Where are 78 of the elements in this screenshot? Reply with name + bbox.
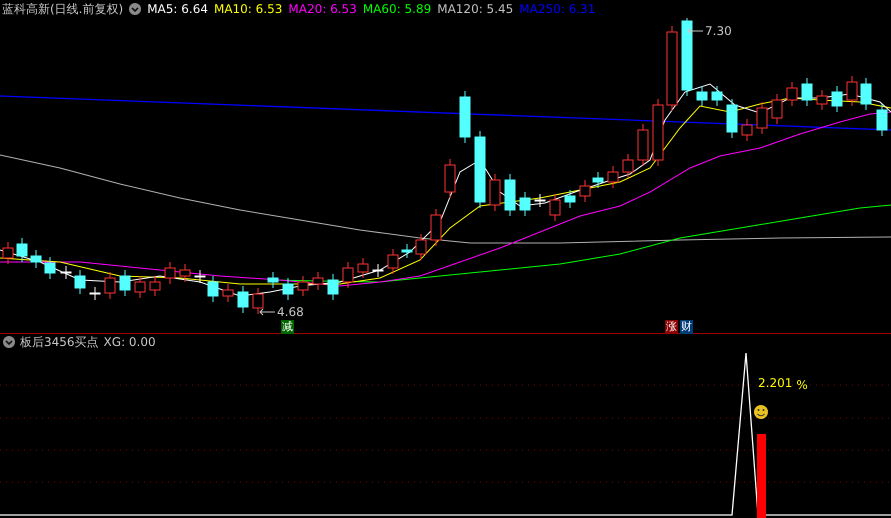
candlestick bbox=[180, 264, 190, 282]
candlestick bbox=[238, 286, 248, 314]
candlestick bbox=[564, 190, 576, 208]
unit-label: % bbox=[796, 378, 808, 392]
candlestick bbox=[786, 82, 798, 106]
candlestick bbox=[222, 284, 234, 302]
candlestick bbox=[504, 174, 516, 216]
dropdown-icon[interactable] bbox=[129, 3, 142, 15]
candlestick bbox=[772, 94, 782, 124]
arrow-icon bbox=[258, 307, 276, 317]
candlestick bbox=[520, 192, 530, 216]
candlestick bbox=[460, 90, 470, 144]
candlestick bbox=[416, 234, 426, 260]
candlestick bbox=[592, 172, 604, 188]
candlestick bbox=[44, 256, 56, 280]
candlestick bbox=[74, 270, 86, 294]
candlestick bbox=[328, 274, 338, 300]
candlestick bbox=[2, 242, 14, 264]
dropdown-icon[interactable] bbox=[3, 336, 15, 348]
candlestick bbox=[60, 266, 72, 280]
signal-marker: 涨 bbox=[665, 320, 678, 334]
candlestick bbox=[846, 76, 858, 106]
candlestick bbox=[104, 272, 116, 300]
candlestick bbox=[134, 276, 146, 298]
candlestick bbox=[430, 208, 442, 246]
candlestick bbox=[832, 86, 842, 112]
candlestick bbox=[402, 244, 412, 258]
candlestick bbox=[342, 262, 354, 288]
candlestick bbox=[696, 86, 708, 106]
candlestick bbox=[252, 288, 264, 314]
indicator-reading: XG: 0.00 bbox=[104, 335, 156, 349]
signal-marker: 减 bbox=[281, 320, 294, 334]
candlestick bbox=[444, 158, 456, 198]
candlestick bbox=[164, 262, 176, 284]
candlestick bbox=[756, 102, 768, 134]
candlestick bbox=[120, 270, 130, 296]
candlestick bbox=[16, 238, 28, 262]
candlestick bbox=[282, 278, 294, 300]
candlestick bbox=[580, 180, 590, 202]
candlestick bbox=[358, 258, 368, 278]
candlestick bbox=[372, 264, 384, 278]
smiley-icon bbox=[754, 405, 768, 419]
candlestick bbox=[652, 98, 664, 166]
candlestick bbox=[622, 154, 634, 178]
stock-title: 蓝科高新(日线.前复权) bbox=[2, 0, 124, 18]
indicator-value: MA10: 6.53 bbox=[214, 2, 282, 16]
candlestick bbox=[208, 276, 218, 302]
value-label: 2.201 bbox=[758, 376, 792, 390]
candlestick bbox=[194, 270, 206, 284]
candlestick bbox=[388, 248, 398, 274]
candlestick bbox=[638, 124, 648, 166]
candlestick bbox=[90, 286, 100, 300]
candlestick bbox=[608, 166, 618, 188]
candlestick bbox=[802, 78, 812, 106]
arrow-icon bbox=[686, 26, 704, 36]
price-label: 4.68 bbox=[277, 305, 304, 319]
candlestick bbox=[298, 276, 308, 296]
candlestick bbox=[860, 78, 872, 110]
candlestick bbox=[490, 174, 500, 212]
candlestick bbox=[816, 90, 828, 110]
indicator-value: MA250: 6.31 bbox=[519, 2, 596, 16]
candlestick bbox=[534, 194, 546, 208]
candlestick bbox=[268, 272, 278, 288]
candlestick bbox=[30, 250, 42, 268]
candlestick bbox=[712, 86, 722, 106]
candlestick bbox=[726, 98, 738, 138]
price-label: 7.30 bbox=[705, 24, 732, 38]
candlestick bbox=[312, 272, 324, 290]
indicator-value: MA60: 5.89 bbox=[362, 2, 432, 16]
indicator-value: MA20: 6.53 bbox=[288, 2, 357, 16]
indicator-title: 板后3456买点 bbox=[20, 334, 99, 350]
candlestick bbox=[876, 104, 888, 136]
indicator-value: MA5: 6.64 bbox=[147, 2, 208, 16]
candlestick bbox=[550, 194, 560, 222]
signal-marker: 财 bbox=[680, 320, 693, 334]
candlestick bbox=[150, 276, 160, 296]
candlestick bbox=[742, 118, 752, 142]
indicator-value: MA120: 5.45 bbox=[437, 2, 514, 16]
